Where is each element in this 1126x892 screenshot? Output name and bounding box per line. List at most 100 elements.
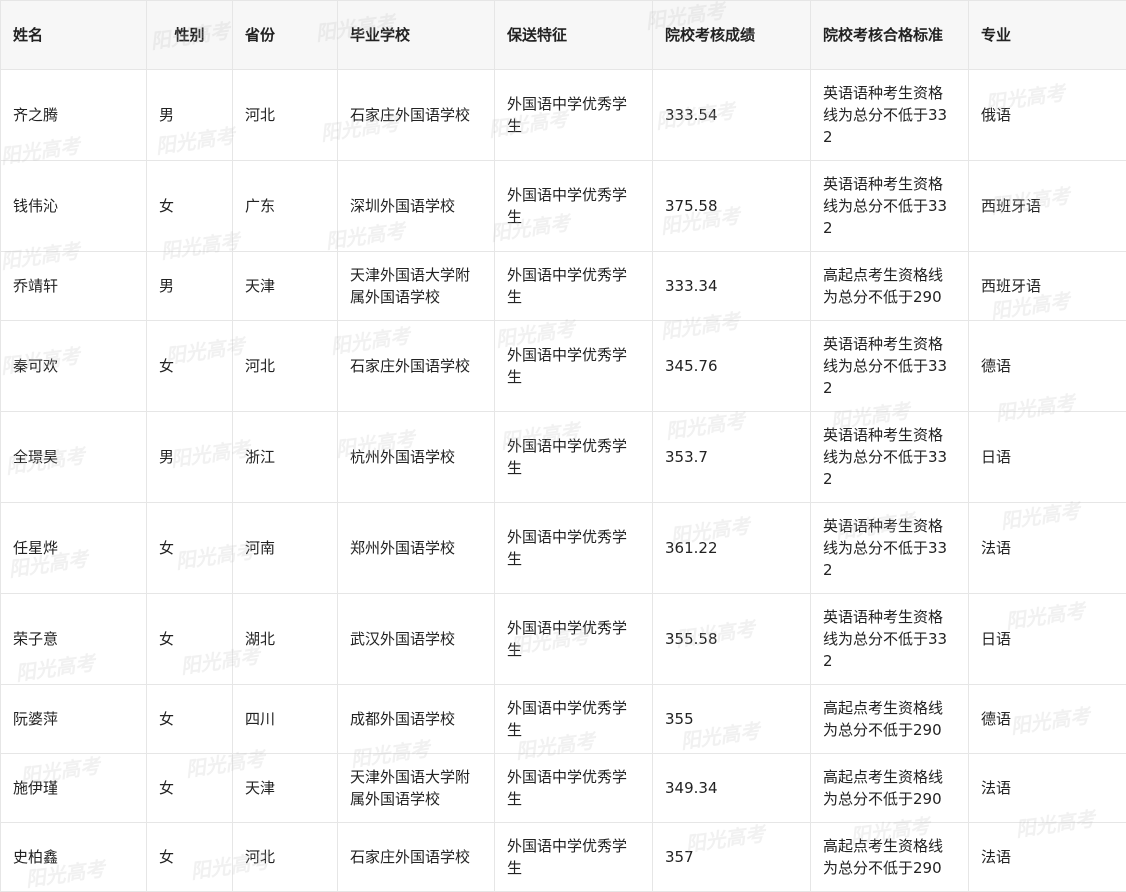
cell-gender: 女 <box>146 320 233 412</box>
cell-name: 钱伟沁 <box>0 160 147 252</box>
cell-major: 法语 <box>968 753 1126 823</box>
col-header-name: 姓名 <box>0 0 147 70</box>
cell-standard: 高起点考生资格线为总分不低于290 <box>810 251 969 321</box>
cell-gender: 女 <box>146 160 233 252</box>
cell-name: 乔靖轩 <box>0 251 147 321</box>
cell-name: 史柏鑫 <box>0 822 147 892</box>
cell-gender: 女 <box>146 502 233 594</box>
cell-feature: 外国语中学优秀学生 <box>494 69 653 161</box>
cell-major: 西班牙语 <box>968 251 1126 321</box>
cell-province: 四川 <box>232 684 338 754</box>
cell-score: 333.54 <box>652 69 811 161</box>
cell-major: 德语 <box>968 320 1126 412</box>
cell-score: 345.76 <box>652 320 811 412</box>
cell-school: 石家庄外国语学校 <box>337 320 495 412</box>
cell-school: 郑州外国语学校 <box>337 502 495 594</box>
cell-major: 德语 <box>968 684 1126 754</box>
table-row: 全璟昊 男 浙江 杭州外国语学校 外国语中学优秀学生 353.7 英语语种考生资… <box>0 411 1126 503</box>
cell-feature: 外国语中学优秀学生 <box>494 160 653 252</box>
cell-score: 361.22 <box>652 502 811 594</box>
cell-gender: 男 <box>146 411 233 503</box>
cell-school: 天津外国语大学附属外国语学校 <box>337 753 495 823</box>
cell-feature: 外国语中学优秀学生 <box>494 502 653 594</box>
cell-feature: 外国语中学优秀学生 <box>494 593 653 685</box>
cell-score: 349.34 <box>652 753 811 823</box>
cell-school: 成都外国语学校 <box>337 684 495 754</box>
cell-standard: 英语语种考生资格线为总分不低于332 <box>810 593 969 685</box>
cell-major: 法语 <box>968 502 1126 594</box>
cell-school: 石家庄外国语学校 <box>337 69 495 161</box>
cell-gender: 男 <box>146 69 233 161</box>
cell-major: 日语 <box>968 593 1126 685</box>
cell-school: 武汉外国语学校 <box>337 593 495 685</box>
cell-name: 阮婆萍 <box>0 684 147 754</box>
col-header-score: 院校考核成绩 <box>652 0 811 70</box>
cell-province: 河北 <box>232 69 338 161</box>
cell-school: 深圳外国语学校 <box>337 160 495 252</box>
admission-table: 姓名 性别 省份 毕业学校 保送特征 院校考核成绩 院校考核合格标准 专业 齐之… <box>0 0 1126 892</box>
cell-score: 375.58 <box>652 160 811 252</box>
cell-standard: 高起点考生资格线为总分不低于290 <box>810 684 969 754</box>
cell-province: 广东 <box>232 160 338 252</box>
table-header: 姓名 性别 省份 毕业学校 保送特征 院校考核成绩 院校考核合格标准 专业 <box>0 0 1126 70</box>
cell-name: 荣子意 <box>0 593 147 685</box>
cell-standard: 英语语种考生资格线为总分不低于332 <box>810 320 969 412</box>
cell-school: 天津外国语大学附属外国语学校 <box>337 251 495 321</box>
col-header-province: 省份 <box>232 0 338 70</box>
table-row: 任星烨 女 河南 郑州外国语学校 外国语中学优秀学生 361.22 英语语种考生… <box>0 502 1126 594</box>
cell-name: 施伊瑾 <box>0 753 147 823</box>
cell-standard: 英语语种考生资格线为总分不低于332 <box>810 69 969 161</box>
cell-feature: 外国语中学优秀学生 <box>494 251 653 321</box>
cell-province: 天津 <box>232 251 338 321</box>
cell-score: 353.7 <box>652 411 811 503</box>
cell-score: 333.34 <box>652 251 811 321</box>
cell-province: 天津 <box>232 753 338 823</box>
cell-score: 357 <box>652 822 811 892</box>
table-row: 荣子意 女 湖北 武汉外国语学校 外国语中学优秀学生 355.58 英语语种考生… <box>0 593 1126 685</box>
cell-feature: 外国语中学优秀学生 <box>494 822 653 892</box>
cell-standard: 英语语种考生资格线为总分不低于332 <box>810 160 969 252</box>
cell-gender: 女 <box>146 593 233 685</box>
col-header-feature: 保送特征 <box>494 0 653 70</box>
col-header-gender: 性别 <box>146 0 233 70</box>
cell-standard: 英语语种考生资格线为总分不低于332 <box>810 411 969 503</box>
table-row: 施伊瑾 女 天津 天津外国语大学附属外国语学校 外国语中学优秀学生 349.34… <box>0 753 1126 823</box>
table-row: 秦可欢 女 河北 石家庄外国语学校 外国语中学优秀学生 345.76 英语语种考… <box>0 320 1126 412</box>
cell-gender: 女 <box>146 684 233 754</box>
cell-feature: 外国语中学优秀学生 <box>494 753 653 823</box>
col-header-standard: 院校考核合格标准 <box>810 0 969 70</box>
col-header-major: 专业 <box>968 0 1126 70</box>
table-row: 史柏鑫 女 河北 石家庄外国语学校 外国语中学优秀学生 357 高起点考生资格线… <box>0 822 1126 892</box>
cell-major: 俄语 <box>968 69 1126 161</box>
cell-score: 355.58 <box>652 593 811 685</box>
cell-feature: 外国语中学优秀学生 <box>494 320 653 412</box>
cell-name: 全璟昊 <box>0 411 147 503</box>
cell-score: 355 <box>652 684 811 754</box>
cell-feature: 外国语中学优秀学生 <box>494 684 653 754</box>
cell-name: 任星烨 <box>0 502 147 594</box>
cell-major: 日语 <box>968 411 1126 503</box>
cell-standard: 英语语种考生资格线为总分不低于332 <box>810 502 969 594</box>
cell-province: 浙江 <box>232 411 338 503</box>
cell-feature: 外国语中学优秀学生 <box>494 411 653 503</box>
cell-major: 西班牙语 <box>968 160 1126 252</box>
cell-standard: 高起点考生资格线为总分不低于290 <box>810 753 969 823</box>
table-row: 齐之腾 男 河北 石家庄外国语学校 外国语中学优秀学生 333.54 英语语种考… <box>0 69 1126 161</box>
header-row: 姓名 性别 省份 毕业学校 保送特征 院校考核成绩 院校考核合格标准 专业 <box>0 0 1126 70</box>
table-row: 钱伟沁 女 广东 深圳外国语学校 外国语中学优秀学生 375.58 英语语种考生… <box>0 160 1126 252</box>
col-header-school: 毕业学校 <box>337 0 495 70</box>
cell-major: 法语 <box>968 822 1126 892</box>
cell-name: 秦可欢 <box>0 320 147 412</box>
cell-school: 杭州外国语学校 <box>337 411 495 503</box>
cell-gender: 男 <box>146 251 233 321</box>
table-body: 齐之腾 男 河北 石家庄外国语学校 外国语中学优秀学生 333.54 英语语种考… <box>0 69 1126 892</box>
cell-gender: 女 <box>146 822 233 892</box>
cell-name: 齐之腾 <box>0 69 147 161</box>
cell-gender: 女 <box>146 753 233 823</box>
cell-standard: 高起点考生资格线为总分不低于290 <box>810 822 969 892</box>
table-row: 乔靖轩 男 天津 天津外国语大学附属外国语学校 外国语中学优秀学生 333.34… <box>0 251 1126 321</box>
cell-province: 湖北 <box>232 593 338 685</box>
cell-school: 石家庄外国语学校 <box>337 822 495 892</box>
cell-province: 河北 <box>232 320 338 412</box>
cell-province: 河南 <box>232 502 338 594</box>
